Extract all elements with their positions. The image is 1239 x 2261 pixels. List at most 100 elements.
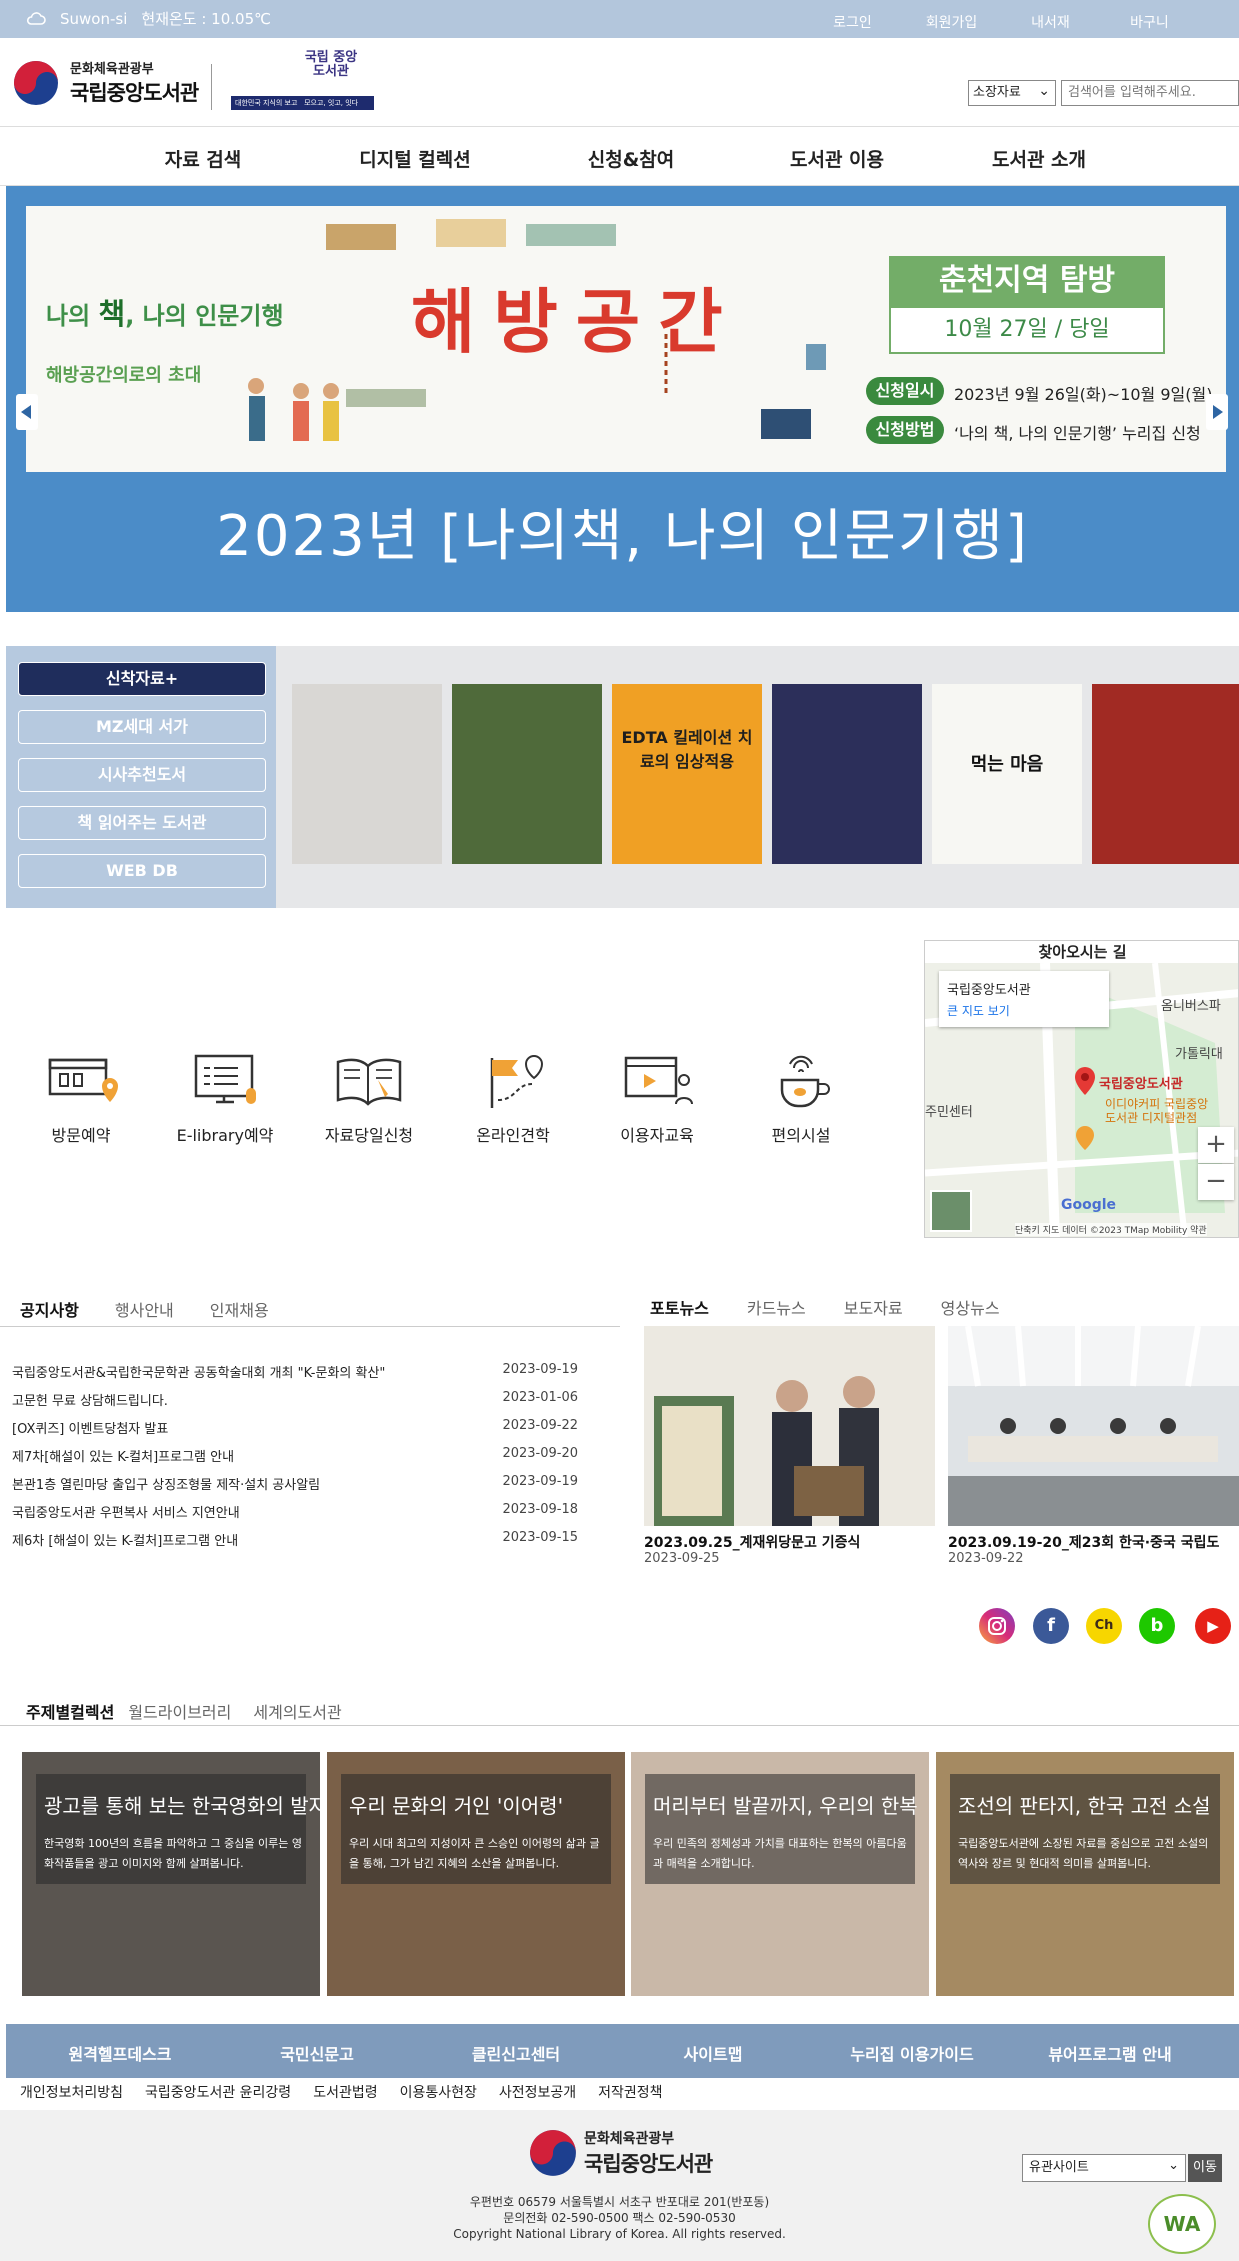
notice-title[interactable]: 제7차[해설이 있는 K-컬처]프로그램 안내	[12, 1446, 234, 1465]
tab-video-news[interactable]: 영상뉴스	[941, 1295, 1000, 1319]
news-tabs: 포토뉴스 카드뉴스 보도자료 영상뉴스	[650, 1295, 1036, 1319]
tab-recruit[interactable]: 인재채용	[210, 1297, 269, 1321]
tab-current-recommend[interactable]: 시사추천도서	[18, 758, 266, 792]
google-logo: Google	[1061, 1197, 1117, 1213]
notice-row[interactable]: [OX퀴즈] 이벤트당첨자 발표 2023-09-22	[12, 1418, 578, 1437]
related-sites-go-button[interactable]: 이동	[1188, 2154, 1222, 2182]
book-cover[interactable]: 먹는 마음	[932, 684, 1082, 864]
service-online-tour[interactable]: 온라인견학	[458, 1050, 568, 1146]
collection-card[interactable]: 조선의 판타지, 한국 고전 소설 국립중앙도서관에 소장된 자료를 중심으로 고…	[936, 1752, 1234, 1996]
kakao-channel-icon[interactable]: Ch	[1086, 1608, 1122, 1644]
tab-world-libraries[interactable]: 세계의도서관	[253, 1699, 341, 1723]
notice-row[interactable]: 국립중앙도서관 우편복사 서비스 지연안내 2023-09-18	[12, 1502, 578, 1521]
taegeuk-logo-icon	[14, 60, 58, 105]
notice-row[interactable]: 고문헌 무료 상담해드립니다. 2023-01-06	[12, 1390, 578, 1409]
notice-title[interactable]: 본관1층 열린마당 출입구 상징조형물 제작·설치 공사알림	[12, 1474, 320, 1493]
footer-remote-help[interactable]: 원격헬프데스크	[20, 2041, 220, 2065]
tab-new-arrivals[interactable]: 신착자료+	[18, 662, 266, 696]
blog-icon[interactable]: b	[1139, 1608, 1175, 1644]
notice-title[interactable]: [OX퀴즈] 이벤트당첨자 발표	[12, 1418, 168, 1437]
book-cover[interactable]	[292, 684, 442, 864]
privacy-policy-link[interactable]: 개인정보처리방침	[20, 2082, 123, 2102]
service-visit-reservation[interactable]: 방문예약	[26, 1050, 136, 1146]
ethics-link[interactable]: 국립중앙도서관 윤리강령	[145, 2082, 291, 2102]
search-scope-select[interactable]: 소장자료	[968, 79, 1056, 106]
library-law-link[interactable]: 도서관법령	[313, 2082, 377, 2102]
footer-viewer[interactable]: 뷰어프로그램 안내	[1010, 2041, 1210, 2065]
book-cover[interactable]	[452, 684, 602, 864]
nav-apply-participate[interactable]: 신청&참여	[531, 145, 731, 172]
photo-news-2-date: 2023-09-22	[948, 1551, 1024, 1566]
hero-next-arrow[interactable]	[1206, 394, 1228, 430]
service-user-education[interactable]: 이용자교육	[602, 1050, 712, 1146]
tab-web-db[interactable]: WEB DB	[18, 854, 266, 888]
tab-theme-collection[interactable]: 주제별컬렉션	[26, 1699, 114, 1723]
service-charter-link[interactable]: 이용통사현장	[400, 2082, 477, 2102]
nav-library-intro[interactable]: 도서관 소개	[939, 145, 1139, 172]
notice-row[interactable]: 제7차[해설이 있는 K-컬처]프로그램 안내 2023-09-20	[12, 1446, 578, 1465]
instagram-icon[interactable]	[979, 1608, 1015, 1644]
map-large-view-link[interactable]: 큰 지도 보기	[947, 1002, 1101, 1019]
footer-clean-report[interactable]: 클린신고센터	[416, 2041, 616, 2065]
tab-card-news[interactable]: 카드뉴스	[747, 1295, 806, 1319]
service-facilities[interactable]: 편의시설	[746, 1050, 856, 1146]
notice-title[interactable]: 국립중앙도서관 우편복사 서비스 지연안내	[12, 1502, 240, 1521]
signup-link[interactable]: 회원가입	[902, 12, 1001, 32]
notice-title[interactable]: 국립중앙도서관&국립한국문학관 공동학술대회 개최 "K-문화의 확산"	[12, 1362, 385, 1381]
tab-press[interactable]: 보도자료	[844, 1295, 903, 1319]
collection-card[interactable]: 광고를 통해 보는 한국영화의 발자취 한국영화 100년의 흐름을 파악하고 그…	[22, 1752, 320, 1996]
map-card-name: 국립중앙도서관	[947, 983, 1031, 998]
map-zoom-out-button[interactable]: −	[1198, 1164, 1234, 1200]
facebook-icon[interactable]: f	[1033, 1608, 1069, 1644]
book-cover[interactable]: EDTA 킬레이션 치료의 임상적용	[612, 684, 762, 864]
copyright-policy-link[interactable]: 저작권정책	[598, 2082, 662, 2102]
collection-card[interactable]: 우리 문화의 거인 '이어령' 우리 시대 최고의 지성이자 큰 스승인 이어령의…	[327, 1752, 625, 1996]
related-sites-select[interactable]: 유관사이트	[1022, 2153, 1186, 2182]
notice-title[interactable]: 고문헌 무료 상담해드립니다.	[12, 1390, 168, 1409]
campaign-badge[interactable]: 국립 중앙도서관 대한민국 지식의 보고 모으고, 잇고, 잇다	[231, 46, 374, 124]
search-input[interactable]: 검색어를 입력해주세요.	[1061, 80, 1239, 106]
service-same-day-request[interactable]: 자료당일신청	[314, 1050, 424, 1146]
building-pin-icon	[48, 1058, 118, 1102]
photo-news-1-caption[interactable]: 2023.09.25_계재위당문고 기증식	[644, 1532, 935, 1552]
video-lecture-icon	[624, 1056, 693, 1105]
basket-link[interactable]: 바구니	[1100, 12, 1199, 32]
footer-guide[interactable]: 누리집 이용가이드	[812, 2041, 1012, 2065]
map-zoom-in-button[interactable]: +	[1198, 1127, 1234, 1163]
nav-search[interactable]: 자료 검색	[103, 145, 303, 172]
collection-tabs: 주제별컬렉션 월드라이브러리 세계의도서관	[26, 1699, 378, 1723]
youtube-icon[interactable]: ▶	[1195, 1608, 1231, 1644]
tab-photo-news[interactable]: 포토뉴스	[650, 1295, 709, 1319]
photo-news-2-caption[interactable]: 2023.09.19-20_제23회 한국·중국 국립도	[948, 1532, 1239, 1552]
nav-digital-collection[interactable]: 디지털 컬렉션	[315, 145, 515, 172]
tab-mz-shelf[interactable]: MZ세대 서가	[18, 710, 266, 744]
footer-petition[interactable]: 국민신문고	[217, 2041, 417, 2065]
photo-news-2[interactable]	[948, 1326, 1239, 1526]
info-disclosure-link[interactable]: 사전정보공개	[499, 2082, 576, 2102]
notice-row[interactable]: 국립중앙도서관&국립한국문학관 공동학술대회 개최 "K-문화의 확산" 2023…	[12, 1362, 578, 1381]
notice-title[interactable]: 제6차 [해설이 있는 K-컬처]프로그램 안내	[12, 1530, 238, 1549]
book-cover[interactable]	[1092, 684, 1239, 864]
tab-notice[interactable]: 공지사항	[20, 1297, 79, 1321]
notice-row[interactable]: 제6차 [해설이 있는 K-컬처]프로그램 안내 2023-09-15	[12, 1530, 578, 1549]
notice-row[interactable]: 본관1층 열린마당 출입구 상징조형물 제작·설치 공사알림 2023-09-19	[12, 1474, 578, 1493]
collection-desc: 국립중앙도서관에 소장된 자료를 중심으로 고전 소설의 역사와 장르 및 현대…	[958, 1837, 1209, 1870]
footer-sitemap[interactable]: 사이트맵	[613, 2041, 813, 2065]
nav-library-use[interactable]: 도서관 이용	[737, 145, 937, 172]
login-link[interactable]: 로그인	[803, 12, 902, 32]
footer-quick-bar: 원격헬프데스크 국민신문고 클린신고센터 사이트맵 누리집 이용가이드 뷰어프로…	[6, 2024, 1239, 2078]
service-elibrary-reservation[interactable]: E-library예약	[170, 1050, 280, 1146]
tab-reading-library[interactable]: 책 읽어주는 도서관	[18, 806, 266, 840]
my-library-link[interactable]: 내서재	[1001, 12, 1100, 32]
site-logo[interactable]: 문화체육관광부 국립중앙도서관	[12, 58, 199, 107]
hero-prev-arrow[interactable]	[16, 394, 38, 430]
banner-tagline: 나의 책, 나의 인문기행	[46, 297, 284, 331]
hero-banner-image[interactable]: 나의 책, 나의 인문기행 해방공간의로의 초대 해방공간 춘천지역 탐방 10…	[26, 206, 1226, 472]
tab-world-library[interactable]: 월드라이브러리	[128, 1699, 231, 1723]
book-cover[interactable]	[772, 684, 922, 864]
location-map[interactable]: 찾아오시는 길 국립중앙도서관 큰 지도 보기 국립중앙도서관 이디야커피 국립…	[924, 940, 1239, 1238]
photo-news-1[interactable]	[644, 1326, 935, 1526]
site-header: 문화체육관광부 국립중앙도서관 국립 중앙도서관 대한민국 지식의 보고 모으고…	[0, 38, 1239, 126]
collection-card[interactable]: 머리부터 발끝까지, 우리의 한복 우리 민족의 정체성과 가치를 대표하는 한복…	[631, 1752, 929, 1996]
tab-events[interactable]: 행사안내	[115, 1297, 174, 1321]
